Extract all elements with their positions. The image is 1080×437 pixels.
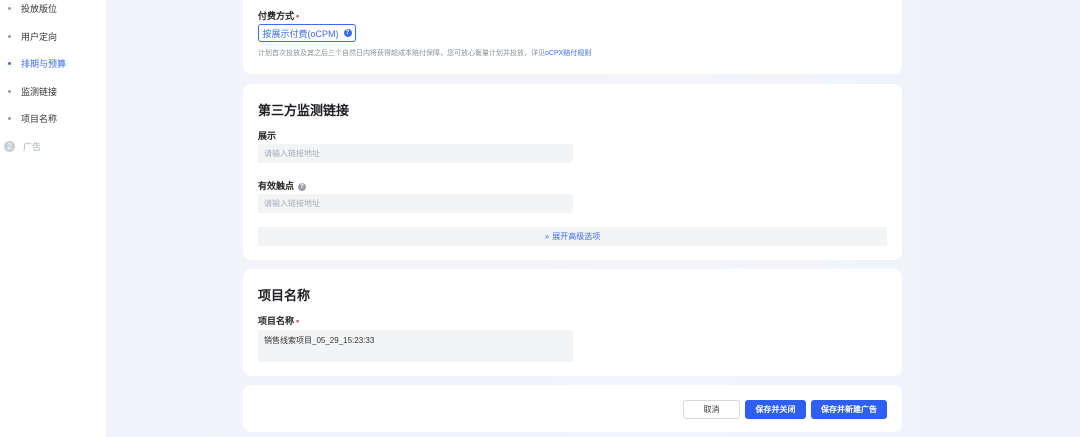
project-name-card: 项目名称 项目名称 • 销售线索项目_05_29_15:23:33 [243, 269, 902, 376]
required-mark: • [296, 11, 300, 21]
sidebar-item-label: 项目名称 [21, 113, 58, 124]
bullet-icon [8, 116, 11, 120]
bullet-icon [8, 34, 11, 38]
expand-advanced-button[interactable]: » 展开高级选项 [258, 227, 887, 246]
payment-label: 付费方式 • [258, 9, 299, 22]
step-number-badge: 2 [4, 141, 15, 152]
sidebar-item-targeting[interactable]: 用户定向 [8, 28, 57, 44]
sidebar-item-label: 监测链接 [21, 86, 58, 97]
sidebar-step-label: 广告 [23, 142, 42, 152]
sidebar-item-label: 用户定向 [21, 31, 58, 42]
expand-advanced-label: 展开高级选项 [552, 232, 601, 241]
payment-card: 付费方式 • 按展示付费(oCPM) ? 计划首次投放及其之后三个自然日内将获得超… [243, 0, 902, 74]
payment-method-button[interactable]: 按展示付费(oCPM) ? [258, 24, 356, 42]
sidebar-item-label: 排期与预算 [21, 58, 67, 69]
ocpx-rules-link[interactable]: oCPX赔付规则 [545, 50, 591, 57]
bullet-icon [8, 61, 11, 65]
project-name-label-text: 项目名称 [258, 316, 295, 326]
impression-url-input[interactable] [258, 144, 573, 163]
cancel-button[interactable]: 取消 [683, 400, 740, 419]
sidebar-item-project-name[interactable]: 项目名称 [8, 110, 57, 126]
required-mark: • [296, 316, 300, 326]
footer-actions: 取消 保存并关闭 保存并新建广告 [243, 385, 902, 432]
click-url-input[interactable] [258, 194, 573, 213]
click-label: 有效触点? [258, 179, 307, 192]
save-and-close-button[interactable]: 保存并关闭 [745, 400, 806, 419]
question-icon[interactable]: ? [343, 29, 352, 37]
project-name-input[interactable]: 销售线索项目_05_29_15:23:33 [258, 330, 573, 362]
bullet-icon [8, 6, 11, 10]
project-name-label: 项目名称 • [258, 314, 299, 327]
sidebar: 投放版位 用户定向 排期与预算 监测链接 项目名称 2 广告 [0, 0, 106, 437]
sidebar-item-placement[interactable]: 投放版位 [8, 0, 57, 16]
impression-label: 展示 [258, 131, 277, 141]
payment-label-text: 付费方式 [258, 11, 295, 21]
monitor-links-card: 第三方监测链接 展示 有效触点? » 展开高级选项 [243, 84, 902, 260]
monitor-section-title: 第三方监测链接 [258, 103, 350, 118]
help-icon[interactable]: ? [298, 182, 307, 191]
save-and-new-ad-button[interactable]: 保存并新建广告 [811, 400, 887, 419]
click-label-text: 有效触点 [258, 181, 295, 191]
sidebar-step-ad[interactable]: 2 广告 [4, 140, 41, 153]
sidebar-item-label: 投放版位 [21, 3, 58, 14]
payment-hint-text: 计划首次投放及其之后三个自然日内将获得超成本赔付保障，您可放心衡量计划并投放，详… [258, 50, 545, 57]
payment-method-label: 按展示付费(oCPM) [262, 28, 339, 39]
sidebar-item-schedule-budget[interactable]: 排期与预算 [8, 55, 66, 71]
sidebar-item-monitor-links[interactable]: 监测链接 [8, 83, 57, 99]
payment-hint: 计划首次投放及其之后三个自然日内将获得超成本赔付保障，您可放心衡量计划并投放，详… [258, 48, 591, 58]
project-section-title: 项目名称 [258, 288, 311, 303]
chevron-double-down-icon: » [544, 232, 550, 241]
bullet-icon [8, 89, 11, 93]
